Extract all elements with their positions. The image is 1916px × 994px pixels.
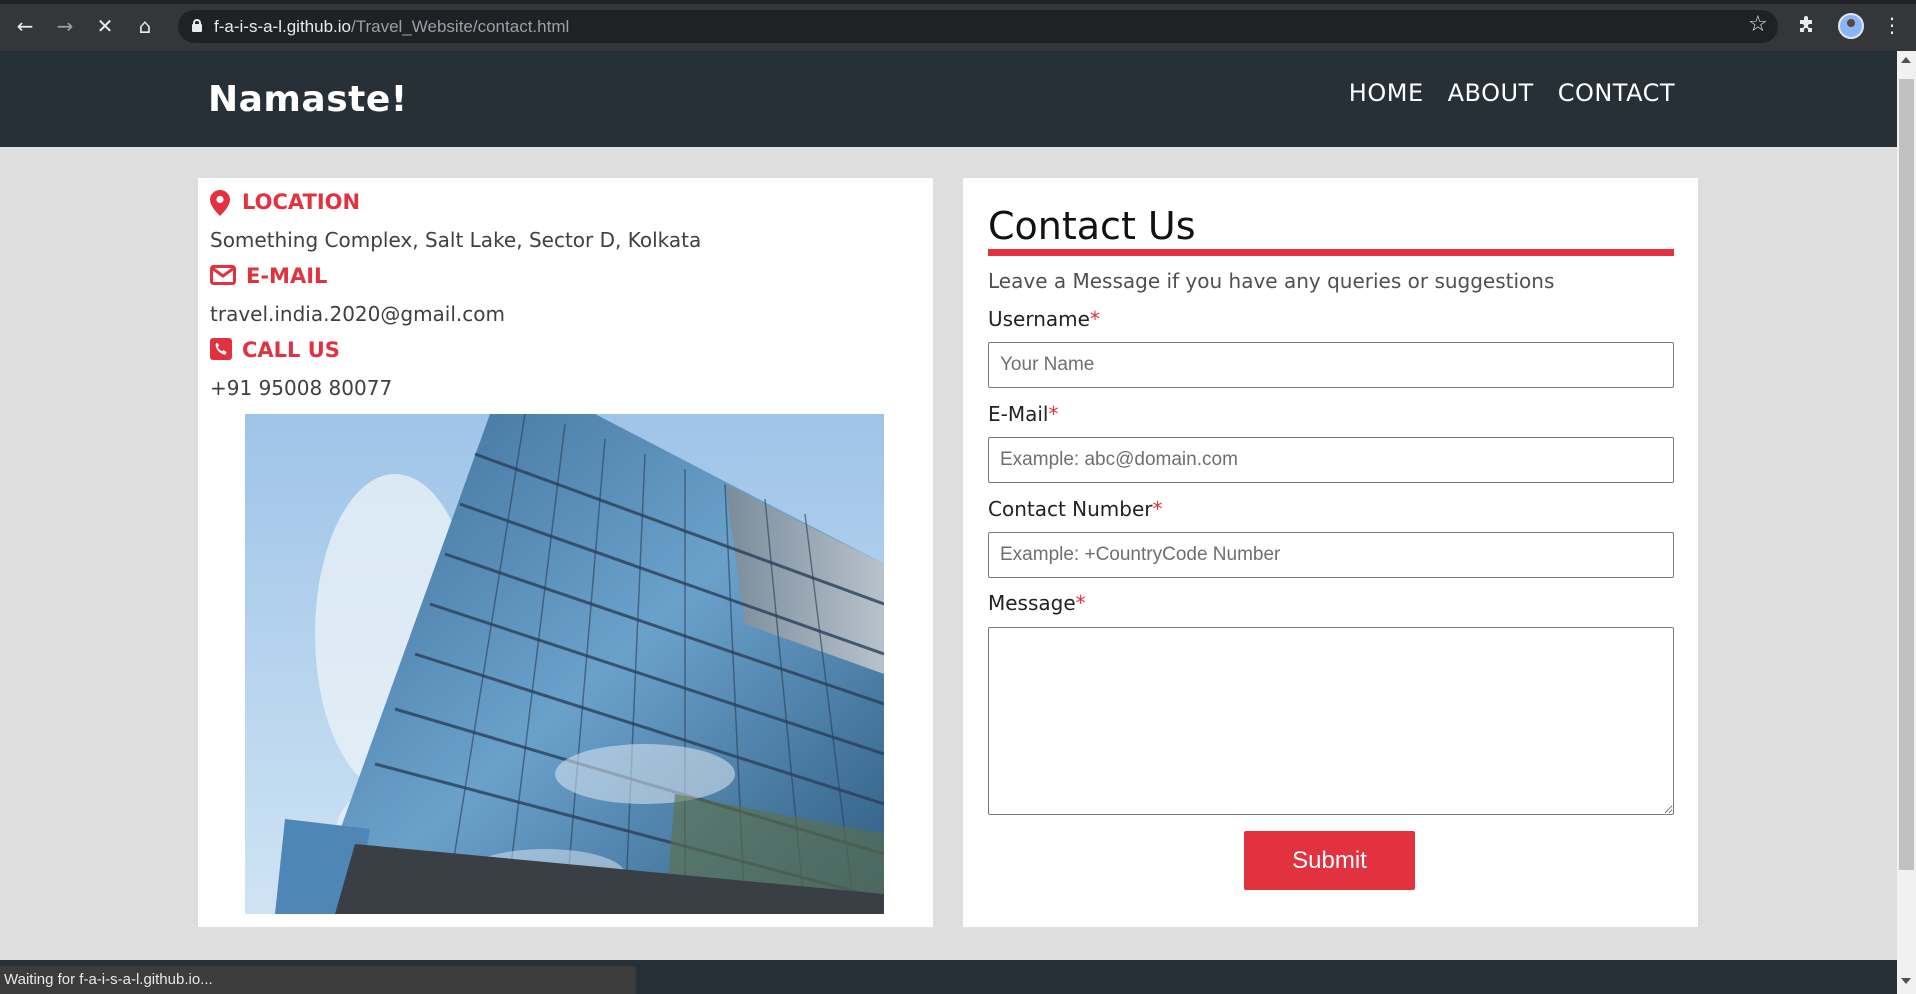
stop-loading-icon[interactable]: ✕ <box>93 14 117 38</box>
title-underline <box>988 249 1674 256</box>
required-marker: * <box>1152 497 1163 521</box>
email-heading: E-MAIL <box>210 264 327 288</box>
bookmark-star-icon[interactable]: ☆ <box>1748 13 1768 37</box>
lock-icon <box>192 19 202 32</box>
forward-arrow-icon[interactable]: → <box>53 14 77 38</box>
scroll-down-arrow-icon[interactable] <box>1901 978 1911 984</box>
message-label: Message* <box>988 591 1086 615</box>
scroll-up-arrow-icon[interactable] <box>1901 57 1911 63</box>
phone-text[interactable]: +91 95008 80077 <box>210 376 392 400</box>
url-domain: f-a-i-s-a-l.github.io <box>214 17 351 36</box>
location-text: Something Complex, Salt Lake, Sector D, … <box>210 228 702 252</box>
scrollbar-thumb[interactable] <box>1899 79 1914 870</box>
submit-button[interactable]: Submit <box>1244 831 1415 890</box>
status-bubble: Waiting for f-a-i-s-a-l.github.io... <box>0 966 636 994</box>
site-header: Namaste! HOME ABOUT CONTACT <box>0 51 1897 147</box>
location-heading-text: LOCATION <box>242 190 361 214</box>
username-label: Username* <box>988 307 1100 331</box>
address-bar[interactable]: f-a-i-s-a-l.github.io/Travel_Website/con… <box>178 10 1778 43</box>
contact-info-card: LOCATION Something Complex, Salt Lake, S… <box>198 178 933 927</box>
browser-toolbar: ← → ✕ ⌂ f-a-i-s-a-l.github.io/Travel_Web… <box>0 0 1916 51</box>
nav-home-link[interactable]: HOME <box>1349 79 1424 107</box>
call-heading-text: CALL US <box>242 338 340 362</box>
url-text: f-a-i-s-a-l.github.io/Travel_Website/con… <box>214 17 569 37</box>
email-label: E-Mail* <box>988 402 1059 426</box>
required-marker: * <box>1048 402 1059 426</box>
contact-form-card: Contact Us Leave a Message if you have a… <box>963 178 1698 927</box>
home-icon[interactable]: ⌂ <box>133 14 157 38</box>
required-marker: * <box>1089 307 1100 331</box>
map-pin-icon <box>210 190 232 216</box>
nav-contact-link[interactable]: CONTACT <box>1558 79 1675 107</box>
username-input[interactable] <box>988 342 1674 388</box>
form-title: Contact Us <box>988 204 1196 248</box>
location-heading: LOCATION <box>210 190 361 216</box>
contact-number-input[interactable] <box>988 532 1674 578</box>
building-photo <box>245 414 884 914</box>
main-nav: HOME ABOUT CONTACT <box>1349 79 1675 107</box>
tab-strip <box>0 0 1916 4</box>
envelope-icon <box>210 264 236 288</box>
form-subtitle: Leave a Message if you have any queries … <box>988 269 1555 293</box>
contact-number-label: Contact Number* <box>988 497 1163 521</box>
nav-about-link[interactable]: ABOUT <box>1448 79 1534 107</box>
back-arrow-icon[interactable]: ← <box>13 14 37 38</box>
email-input[interactable] <box>988 437 1674 483</box>
url-path: /Travel_Website/contact.html <box>351 17 570 36</box>
required-marker: * <box>1075 591 1086 615</box>
email-text[interactable]: travel.india.2020@gmail.com <box>210 302 505 326</box>
vertical-scrollbar[interactable] <box>1897 51 1916 994</box>
site-brand[interactable]: Namaste! <box>208 79 408 120</box>
phone-icon <box>210 338 232 362</box>
browser-menu-icon[interactable]: ⋮ <box>1882 13 1902 37</box>
message-textarea[interactable] <box>988 627 1674 815</box>
email-heading-text: E-MAIL <box>246 264 328 288</box>
profile-avatar[interactable] <box>1838 13 1864 39</box>
call-heading: CALL US <box>210 338 340 362</box>
extensions-puzzle-icon[interactable] <box>1797 14 1817 39</box>
